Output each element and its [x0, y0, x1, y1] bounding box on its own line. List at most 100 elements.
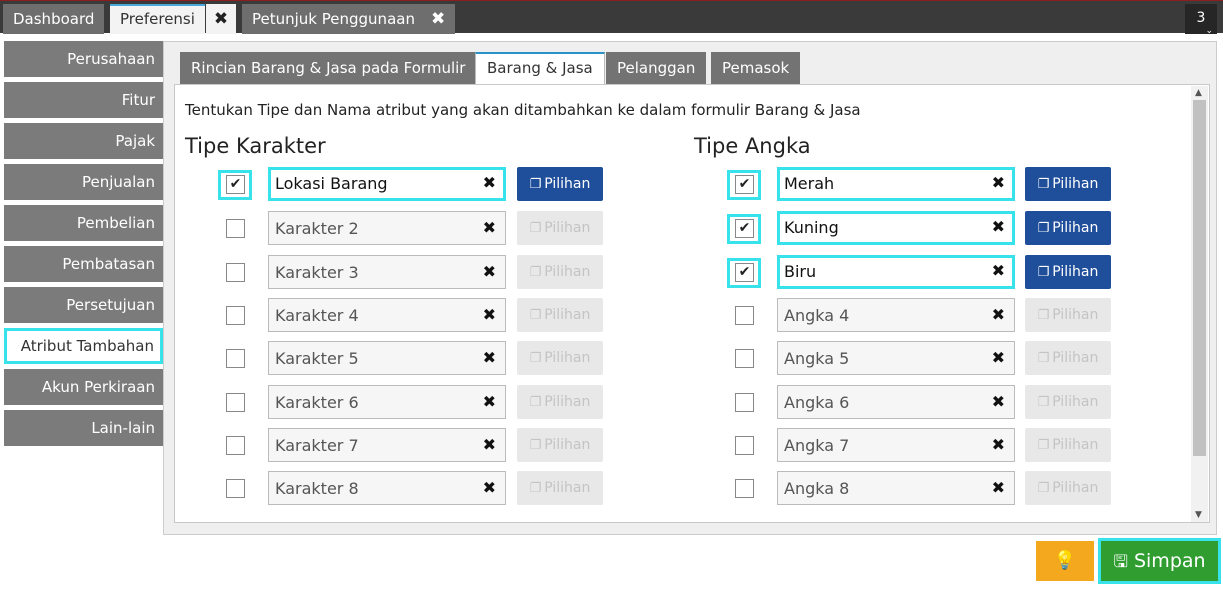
copy-icon: ❐: [1037, 351, 1050, 366]
char-attr-checkbox[interactable]: [226, 306, 245, 325]
tab-pemasok[interactable]: Pemasok: [711, 52, 801, 84]
num-attr-pilihan-button[interactable]: ❐ Pilihan: [1025, 255, 1111, 289]
copy-icon: ❐: [1037, 308, 1050, 323]
clear-icon[interactable]: ✖: [483, 348, 496, 367]
char-attr-pilihan-button[interactable]: ❐ Pilihan: [517, 341, 603, 375]
char-attr-pilihan-button[interactable]: ❐ Pilihan: [517, 167, 603, 201]
num-attr-name-field[interactable]: Angka 8 ✖: [777, 471, 1015, 505]
num-attr-checkbox[interactable]: [735, 479, 754, 498]
num-attr-name-field[interactable]: Angka 4 ✖: [777, 298, 1015, 332]
sidebar-item-fitur[interactable]: Fitur: [4, 82, 163, 118]
char-attr-name-field[interactable]: Karakter 2 ✖: [268, 211, 506, 245]
tab-barang-jasa[interactable]: Barang & Jasa: [475, 52, 605, 85]
sidebar-item-pajak[interactable]: Pajak: [4, 123, 163, 159]
num-attr-checkbox[interactable]: [735, 436, 754, 455]
char-attr-name-field[interactable]: Karakter 4 ✖: [268, 298, 506, 332]
tab-petunjuk-close-icon[interactable]: ✖: [431, 4, 445, 34]
copy-icon: ❐: [1037, 265, 1050, 280]
char-attr-pilihan-button[interactable]: ❐ Pilihan: [517, 255, 603, 289]
char-attr-checkbox[interactable]: [226, 349, 245, 368]
num-attr-checkbox[interactable]: ✔: [735, 175, 754, 194]
num-attr-pilihan-button[interactable]: ❐ Pilihan: [1025, 211, 1111, 245]
scroll-down-icon[interactable]: ▼: [1195, 510, 1202, 520]
sidebar-item-akun-perkiraan[interactable]: Akun Perkiraan: [4, 369, 163, 405]
scroll-up-icon[interactable]: ▲: [1195, 88, 1202, 98]
char-attr-name-field[interactable]: Karakter 8 ✖: [268, 471, 506, 505]
sidebar-item-pembelian[interactable]: Pembelian: [4, 205, 163, 241]
clear-icon[interactable]: ✖: [992, 217, 1005, 236]
clear-icon[interactable]: ✖: [483, 435, 496, 454]
num-attr-pilihan-button[interactable]: ❐ Pilihan: [1025, 298, 1111, 332]
char-attr-name-field[interactable]: Lokasi Barang ✖: [268, 167, 506, 201]
char-attr-name-field[interactable]: Karakter 5 ✖: [268, 341, 506, 375]
num-attr-pilihan-button[interactable]: ❐ Pilihan: [1025, 167, 1111, 201]
tab-petunjuk[interactable]: Petunjuk Penggunaan ✖: [242, 4, 456, 34]
num-attr-checkbox[interactable]: [735, 349, 754, 368]
clear-icon[interactable]: ✖: [992, 348, 1005, 367]
num-attr-pilihan-button[interactable]: ❐ Pilihan: [1025, 428, 1111, 462]
save-label: Simpan: [1133, 550, 1206, 572]
char-attr-checkbox[interactable]: [226, 393, 245, 412]
char-attr-pilihan-button[interactable]: ❐ Pilihan: [517, 385, 603, 419]
num-attr-name-field[interactable]: Angka 5 ✖: [777, 341, 1015, 375]
sidebar-item-penjualan[interactable]: Penjualan: [4, 164, 163, 200]
clear-icon[interactable]: ✖: [483, 478, 496, 497]
num-attr-pilihan-button[interactable]: ❐ Pilihan: [1025, 341, 1111, 375]
sidebar-item-atribut-tambahan[interactable]: Atribut Tambahan: [4, 328, 163, 364]
char-attr-checkbox[interactable]: [226, 263, 245, 282]
clear-icon[interactable]: ✖: [992, 261, 1005, 280]
char-attr-name-field[interactable]: Karakter 3 ✖: [268, 255, 506, 289]
clear-icon[interactable]: ✖: [483, 305, 496, 324]
num-attr-checkbox[interactable]: ✔: [735, 263, 754, 282]
tab-pelanggan[interactable]: Pelanggan: [606, 52, 707, 84]
tab-count-dropdown[interactable]: 3 ⌄: [1185, 4, 1217, 36]
char-attr-checkbox[interactable]: [226, 436, 245, 455]
char-attr-name-value: Karakter 4: [275, 306, 359, 325]
sidebar-item-perusahaan[interactable]: Perusahaan: [4, 41, 163, 77]
sidebar-item-lain-lain[interactable]: Lain-lain: [4, 410, 163, 446]
char-attr-name-field[interactable]: Karakter 6 ✖: [268, 385, 506, 419]
sidebar-item-persetujuan[interactable]: Persetujuan: [4, 287, 163, 323]
tab-rincian-barang-jasa[interactable]: Rincian Barang & Jasa pada Formulir: [180, 52, 477, 84]
char-attr-pilihan-button[interactable]: ❐ Pilihan: [517, 298, 603, 332]
num-attr-name-field[interactable]: Merah ✖: [777, 167, 1015, 201]
char-attr-checkbox[interactable]: [226, 479, 245, 498]
pilihan-label: Pilihan: [1052, 220, 1099, 236]
tab-dashboard[interactable]: Dashboard: [3, 4, 105, 34]
char-attr-pilihan-button[interactable]: ❐ Pilihan: [517, 428, 603, 462]
char-attr-name-value: Karakter 6: [275, 393, 359, 412]
num-attr-checkbox[interactable]: [735, 393, 754, 412]
num-attr-name-value: Biru: [784, 262, 817, 281]
clear-icon[interactable]: ✖: [483, 173, 496, 192]
save-button[interactable]: 🖫 Simpan: [1098, 538, 1221, 584]
top-tab-bar: Dashboard Preferensi ✖ Petunjuk Pengguna…: [0, 0, 1223, 36]
char-attr-name-field[interactable]: Karakter 7 ✖: [268, 428, 506, 462]
clear-icon[interactable]: ✖: [483, 392, 496, 411]
num-attr-name-field[interactable]: Angka 7 ✖: [777, 428, 1015, 462]
num-attr-checkbox[interactable]: ✔: [735, 219, 754, 238]
clear-icon[interactable]: ✖: [992, 173, 1005, 192]
clear-icon[interactable]: ✖: [483, 218, 496, 237]
clear-icon[interactable]: ✖: [992, 478, 1005, 497]
clear-icon[interactable]: ✖: [992, 305, 1005, 324]
vertical-scrollbar[interactable]: ▲ ▼: [1191, 86, 1208, 522]
tips-button[interactable]: 💡: [1036, 541, 1094, 581]
clear-icon[interactable]: ✖: [992, 392, 1005, 411]
num-attr-name-field[interactable]: Biru ✖: [777, 255, 1015, 289]
char-attr-pilihan-button[interactable]: ❐ Pilihan: [517, 471, 603, 505]
num-attr-checkbox[interactable]: [735, 306, 754, 325]
clear-icon[interactable]: ✖: [483, 262, 496, 281]
char-attr-checkbox[interactable]: ✔: [226, 175, 245, 194]
clear-icon[interactable]: ✖: [992, 435, 1005, 454]
tab-preferensi-close-icon[interactable]: ✖: [206, 4, 236, 34]
scrollbar-thumb[interactable]: [1193, 100, 1206, 456]
sidebar-item-pembatasan[interactable]: Pembatasan: [4, 246, 163, 282]
num-attr-name-field[interactable]: Angka 6 ✖: [777, 385, 1015, 419]
tab-preferensi[interactable]: Preferensi: [110, 4, 205, 34]
num-attr-checkbox-wrap: ✔: [727, 214, 761, 244]
num-attr-pilihan-button[interactable]: ❐ Pilihan: [1025, 471, 1111, 505]
num-attr-pilihan-button[interactable]: ❐ Pilihan: [1025, 385, 1111, 419]
num-attr-name-field[interactable]: Kuning ✖: [777, 211, 1015, 245]
char-attr-pilihan-button[interactable]: ❐ Pilihan: [517, 211, 603, 245]
char-attr-checkbox[interactable]: [226, 219, 245, 238]
